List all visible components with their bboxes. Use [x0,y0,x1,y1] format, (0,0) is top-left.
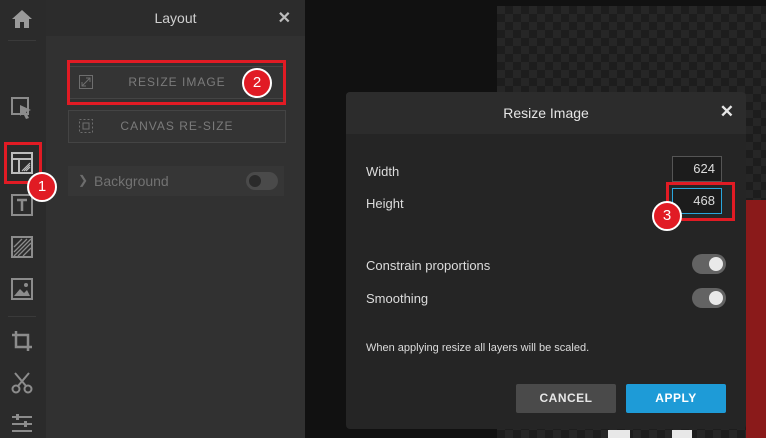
smoothing-toggle[interactable] [692,288,726,308]
background-toggle[interactable] [246,172,278,190]
canvas-resize-button[interactable]: CANVAS RE-SIZE [68,110,286,143]
smoothing-label: Smoothing [366,291,429,306]
fill-icon[interactable] [7,232,37,262]
dialog-header: Resize Image ✕ [346,92,746,134]
dialog-title: Resize Image [503,105,589,121]
background-label: Background [94,173,169,189]
panel-title: Layout [154,10,197,26]
constrain-proportions-toggle[interactable] [692,254,726,274]
home-icon[interactable] [7,4,37,34]
cancel-button[interactable]: CANCEL [516,384,616,413]
resize-note: When applying resize all layers will be … [366,342,590,354]
panel-close-icon[interactable]: ✕ [278,8,291,28]
step-badge-3: 3 [652,201,682,231]
step-badge-1: 1 [27,172,57,202]
width-label: Width [366,164,400,179]
image-icon[interactable] [7,274,37,304]
height-label: Height [366,196,404,211]
panel-header: Layout ✕ [46,0,305,36]
adjust-icon[interactable] [7,408,37,438]
canvas-resize-label: CANVAS RE-SIZE [120,119,234,133]
image-content-detail [608,430,630,438]
select-icon[interactable] [7,93,37,123]
crop-icon[interactable] [7,326,37,356]
dialog-close-icon[interactable]: ✕ [720,102,734,122]
apply-button[interactable]: APPLY [626,384,726,413]
constrain-proportions-label: Constrain proportions [366,258,491,273]
step-badge-2: 2 [242,68,272,98]
image-content-detail [672,430,692,438]
resize-image-dialog: Resize Image ✕ Width 624 Height 468 Cons… [346,92,746,429]
background-row[interactable]: ❯ Background [68,166,284,196]
image-content [746,200,766,438]
left-toolbar [0,0,46,438]
cut-icon[interactable] [7,368,37,398]
width-input[interactable]: 624 [672,156,722,182]
chevron-right-icon: ❯ [78,173,89,187]
